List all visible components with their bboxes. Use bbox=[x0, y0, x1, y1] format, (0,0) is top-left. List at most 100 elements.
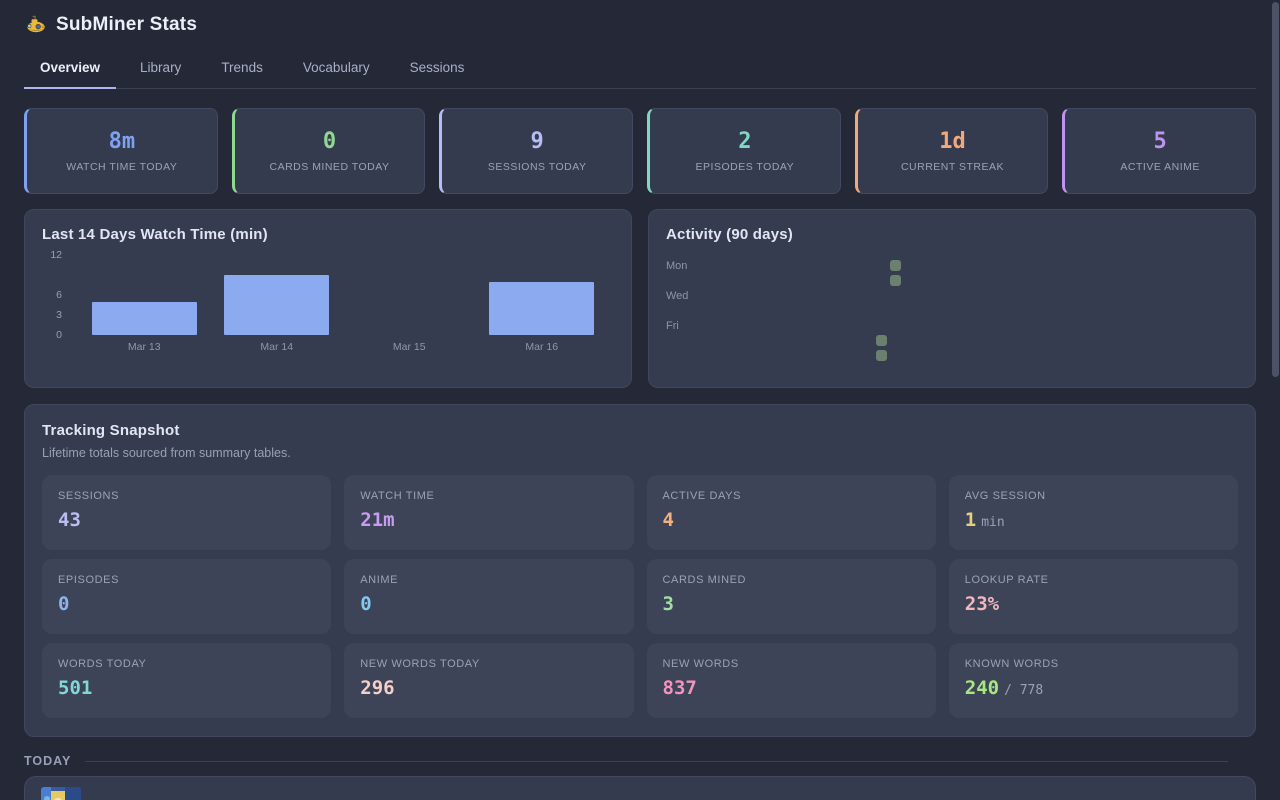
activity-heatmap-panel: Activity (90 days) MonWedFri bbox=[648, 209, 1256, 388]
today-episode-card[interactable] bbox=[24, 776, 1256, 800]
tile-label: SESSIONS bbox=[58, 490, 315, 502]
stat-card-cards-mined-today: 0 CARDS MINED TODAY bbox=[232, 108, 426, 194]
tile-value: 296 bbox=[360, 677, 394, 699]
tile-words-today: WORDS TODAY 501 bbox=[42, 643, 331, 718]
tab-vocabulary[interactable]: Vocabulary bbox=[287, 52, 386, 89]
stat-card-watch-time-today: 8m WATCH TIME TODAY bbox=[24, 108, 218, 194]
episode-thumbnail bbox=[41, 787, 81, 800]
tile-value: 837 bbox=[663, 677, 697, 699]
bar-slot bbox=[78, 255, 211, 335]
today-section-header: TODAY bbox=[24, 754, 1256, 768]
tile-value: 21m bbox=[360, 509, 394, 531]
tile-label: AVG SESSION bbox=[965, 490, 1222, 502]
stat-label: CARDS MINED TODAY bbox=[270, 161, 390, 173]
stat-value: 9 bbox=[531, 129, 544, 154]
tile-value: 240 bbox=[965, 677, 999, 699]
x-tick-label: Mar 13 bbox=[78, 341, 211, 353]
heatmap-active-cell bbox=[890, 260, 901, 271]
bar bbox=[224, 275, 329, 335]
tab-overview[interactable]: Overview bbox=[24, 52, 116, 89]
stat-card-active-anime: 5 ACTIVE ANIME bbox=[1062, 108, 1256, 194]
submarine-icon bbox=[26, 15, 46, 35]
app-title: SubMiner Stats bbox=[56, 14, 197, 36]
tile-value: 3 bbox=[663, 593, 674, 615]
tab-bar: Overview Library Trends Vocabulary Sessi… bbox=[24, 52, 1256, 89]
stat-label: SESSIONS TODAY bbox=[488, 161, 587, 173]
tile-suffix: min bbox=[981, 515, 1004, 530]
tile-label: EPISODES bbox=[58, 574, 315, 586]
tile-label: ACTIVE DAYS bbox=[663, 490, 920, 502]
tile-label: CARDS MINED bbox=[663, 574, 920, 586]
stat-label: ACTIVE ANIME bbox=[1120, 161, 1200, 173]
heatmap-day-label: Mon bbox=[666, 260, 687, 272]
tile-suffix: / 778 bbox=[1004, 683, 1043, 698]
tile-value: 43 bbox=[58, 509, 81, 531]
y-tick-label: 12 bbox=[50, 249, 62, 261]
y-tick-label: 0 bbox=[56, 329, 62, 341]
heatmap-active-cell bbox=[890, 275, 901, 286]
tile-anime: ANIME 0 bbox=[344, 559, 633, 634]
stat-value: 1d bbox=[939, 129, 966, 154]
activity-heatmap: Mon Wed Fri bbox=[649, 210, 1255, 387]
y-tick-label: 3 bbox=[56, 309, 62, 321]
tab-library[interactable]: Library bbox=[124, 52, 197, 89]
heatmap-day-label: Wed bbox=[666, 290, 688, 302]
stat-value: 0 bbox=[323, 129, 336, 154]
tile-lookup-rate: LOOKUP RATE 23% bbox=[949, 559, 1238, 634]
tracking-snapshot-panel: Tracking Snapshot Lifetime totals source… bbox=[24, 404, 1256, 737]
tile-label: NEW WORDS bbox=[663, 658, 920, 670]
chart-title: Last 14 Days Watch Time (min) bbox=[42, 226, 614, 243]
x-tick-label: Mar 16 bbox=[476, 341, 609, 353]
stat-card-episodes-today: 2 EPISODES TODAY bbox=[647, 108, 841, 194]
tile-label: NEW WORDS TODAY bbox=[360, 658, 617, 670]
chart-plot bbox=[78, 255, 608, 335]
bar-slot bbox=[476, 255, 609, 335]
stat-card-current-streak: 1d CURRENT STREAK bbox=[855, 108, 1049, 194]
stat-card-sessions-today: 9 SESSIONS TODAY bbox=[439, 108, 633, 194]
bar bbox=[92, 302, 197, 335]
y-tick-label: 6 bbox=[56, 289, 62, 301]
tracking-tiles-grid: SESSIONS 43 WATCH TIME 21m ACTIVE DAYS 4… bbox=[42, 475, 1238, 718]
heatmap-active-cell bbox=[876, 350, 887, 361]
stat-label: CURRENT STREAK bbox=[901, 161, 1004, 173]
tile-new-words-today: NEW WORDS TODAY 296 bbox=[344, 643, 633, 718]
watch-time-chart-panel: Last 14 Days Watch Time (min) 0 3 6 12 Mar … bbox=[24, 209, 632, 388]
bar-slot bbox=[343, 255, 476, 335]
tile-episodes: EPISODES 0 bbox=[42, 559, 331, 634]
watch-time-bar-chart: 03612 Mar 13Mar 14Mar 15Mar 16 bbox=[42, 255, 614, 365]
tile-label: ANIME bbox=[360, 574, 617, 586]
bar bbox=[489, 282, 594, 335]
tile-new-words: NEW WORDS 837 bbox=[647, 643, 936, 718]
tab-sessions[interactable]: Sessions bbox=[394, 52, 481, 89]
tile-watch-time: WATCH TIME 21m bbox=[344, 475, 633, 550]
bar-slot bbox=[211, 255, 344, 335]
tracking-title: Tracking Snapshot bbox=[42, 422, 1238, 439]
heatmap-day-label: Fri bbox=[666, 320, 679, 332]
stat-value: 2 bbox=[738, 129, 751, 154]
tab-trends[interactable]: Trends bbox=[205, 52, 279, 89]
x-tick-label: Mar 14 bbox=[211, 341, 344, 353]
tile-active-days: ACTIVE DAYS 4 bbox=[647, 475, 936, 550]
today-divider bbox=[85, 761, 1228, 762]
scrollbar-thumb[interactable] bbox=[1272, 2, 1279, 377]
stat-cards-row: 8m WATCH TIME TODAY 0 CARDS MINED TODAY … bbox=[24, 108, 1256, 194]
stat-value: 5 bbox=[1154, 129, 1167, 154]
tile-label: KNOWN WORDS bbox=[965, 658, 1222, 670]
overview-panels-row: Last 14 Days Watch Time (min) 0 3 6 12 Mar … bbox=[24, 209, 1256, 388]
tile-value: 1 bbox=[965, 509, 976, 531]
tile-label: LOOKUP RATE bbox=[965, 574, 1222, 586]
chart-x-axis: Mar 13Mar 14Mar 15Mar 16 bbox=[78, 341, 608, 353]
tile-value: 23% bbox=[965, 593, 999, 615]
tile-value: 0 bbox=[58, 593, 69, 615]
tile-sessions: SESSIONS 43 bbox=[42, 475, 331, 550]
heatmap-active-cell bbox=[876, 335, 887, 346]
tile-value: 0 bbox=[360, 593, 371, 615]
x-tick-label: Mar 15 bbox=[343, 341, 476, 353]
chart-y-axis: 03612 bbox=[42, 255, 68, 335]
stat-label: EPISODES TODAY bbox=[696, 161, 795, 173]
app-header: SubMiner Stats bbox=[24, 14, 1256, 36]
stat-value: 8m bbox=[109, 129, 136, 154]
today-heading: TODAY bbox=[24, 754, 71, 768]
stat-label: WATCH TIME TODAY bbox=[66, 161, 177, 173]
tracking-subtitle: Lifetime totals sourced from summary tab… bbox=[42, 446, 1238, 460]
